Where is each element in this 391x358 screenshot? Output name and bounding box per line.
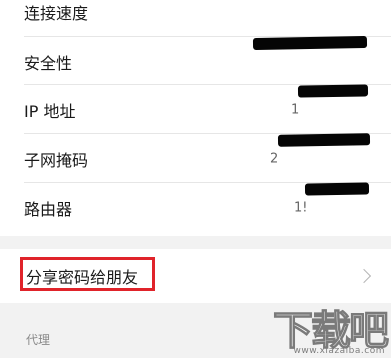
watermark-url: www.xiazaiba.com [293, 346, 385, 356]
ip-address-label: IP 地址 [24, 101, 76, 121]
subnet-mask-value-prefix: 2 [270, 151, 279, 166]
subnet-mask-row: 子网掩码 2 [0, 133, 391, 183]
connection-speed-label: 连接速度 [24, 3, 89, 23]
watermark-logo: 下载吧 [272, 307, 389, 354]
security-value-redacted [252, 36, 368, 50]
wifi-details-screen: 连接速度 安全性 IP 地址 1 子网掩码 2 路由器 1! 分享密码给朋友 代… [0, 0, 391, 358]
security-label: 安全性 [24, 53, 73, 73]
highlight-box [20, 257, 155, 291]
proxy-section-header: 代理 [26, 333, 51, 347]
security-row: 安全性 [0, 36, 391, 86]
router-value-prefix: 1! [294, 200, 308, 215]
router-value-redacted [304, 182, 370, 196]
network-info-card: 连接速度 安全性 IP 地址 1 子网掩码 2 路由器 1! [0, 0, 391, 236]
subnet-mask-value-redacted [277, 133, 371, 147]
ip-address-row: IP 地址 1 [0, 84, 391, 134]
ip-address-value-redacted [297, 84, 369, 98]
router-row: 路由器 1! [0, 182, 391, 232]
share-password-button[interactable]: 分享密码给朋友 [0, 249, 391, 303]
site-watermark: 下载吧 www.xiazaiba.com [247, 296, 389, 358]
share-card: 分享密码给朋友 [0, 249, 391, 303]
chevron-right-icon [356, 268, 372, 284]
connection-speed-row: 连接速度 [0, 0, 391, 36]
subnet-mask-label: 子网掩码 [24, 150, 89, 170]
router-label: 路由器 [24, 199, 73, 219]
ip-address-value-prefix: 1 [291, 102, 300, 117]
